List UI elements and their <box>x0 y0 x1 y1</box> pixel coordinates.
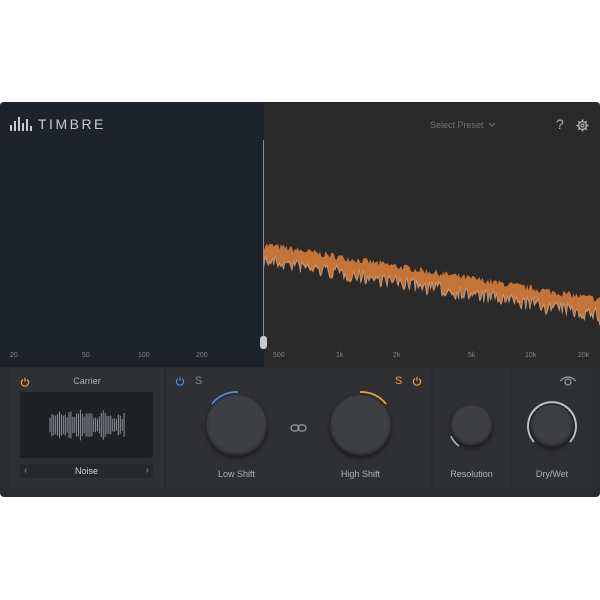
freq-tick: 100 <box>138 352 150 359</box>
freq-tick: 5k <box>468 352 476 359</box>
high-solo-button[interactable]: S <box>395 375 402 387</box>
preset-selector[interactable]: Select Preset <box>430 120 496 130</box>
low-power-icon[interactable] <box>175 376 185 386</box>
spectrum-fill <box>264 243 600 327</box>
drywet-label: Dry/Wet <box>535 469 569 479</box>
high-shift-knob[interactable] <box>330 395 391 456</box>
frequency-axis: 20 50 100 200 500 1k 2k 5k 10k 20k <box>0 352 600 364</box>
resolution-label: Resolution <box>450 469 493 479</box>
carrier-source-selector[interactable]: ‹ Noise › <box>20 464 153 478</box>
help-icon[interactable]: ? <box>556 116 564 132</box>
freq-tick: 50 <box>82 352 90 359</box>
gear-icon[interactable] <box>576 119 589 132</box>
resolution-knob[interactable] <box>451 405 492 446</box>
freq-tick: 1k <box>336 352 344 359</box>
chevron-down-icon <box>488 122 495 127</box>
waveform-icon <box>49 409 125 441</box>
carrier-waveform-display <box>20 392 153 458</box>
high-shift-label: High Shift <box>340 469 381 479</box>
freq-tick: 20k <box>578 352 590 359</box>
carrier-title: Carrier <box>73 376 101 386</box>
next-source-icon[interactable]: › <box>146 465 149 476</box>
low-shift-label: Low Shift <box>217 469 256 479</box>
low-shift-knob[interactable] <box>206 395 267 456</box>
freq-tick: 500 <box>273 352 285 359</box>
crossover-line <box>263 140 264 340</box>
shift-panel: S Low Shift High Shift S <box>166 368 431 488</box>
freq-tick: 200 <box>196 352 208 359</box>
timbre-plugin-window: TIMBRE Select Preset ? 20 50 100 200 500… <box>0 102 600 497</box>
app-logo: TIMBRE <box>10 116 106 132</box>
logo-bars-icon <box>10 117 32 131</box>
drywet-panel: Dry/Wet <box>512 368 592 488</box>
resolution-panel: Resolution <box>433 368 510 488</box>
spectrum-left-region <box>0 102 264 367</box>
freq-tick: 2k <box>393 352 401 359</box>
low-solo-button[interactable]: S <box>195 375 202 387</box>
spectrum-display <box>264 243 600 327</box>
preset-label: Select Preset <box>430 120 484 130</box>
link-icon[interactable] <box>290 423 307 433</box>
freq-tick: 10k <box>525 352 537 359</box>
carrier-source-label: Noise <box>74 466 98 476</box>
crossover-handle[interactable] <box>260 336 267 349</box>
freq-tick: 20 <box>10 352 18 359</box>
carrier-panel: Carrier ‹ Noise › <box>10 368 164 488</box>
drywet-knob[interactable] <box>531 405 573 447</box>
eye-icon[interactable] <box>559 375 577 387</box>
app-title: TIMBRE <box>38 116 106 132</box>
high-power-icon[interactable] <box>412 376 422 386</box>
